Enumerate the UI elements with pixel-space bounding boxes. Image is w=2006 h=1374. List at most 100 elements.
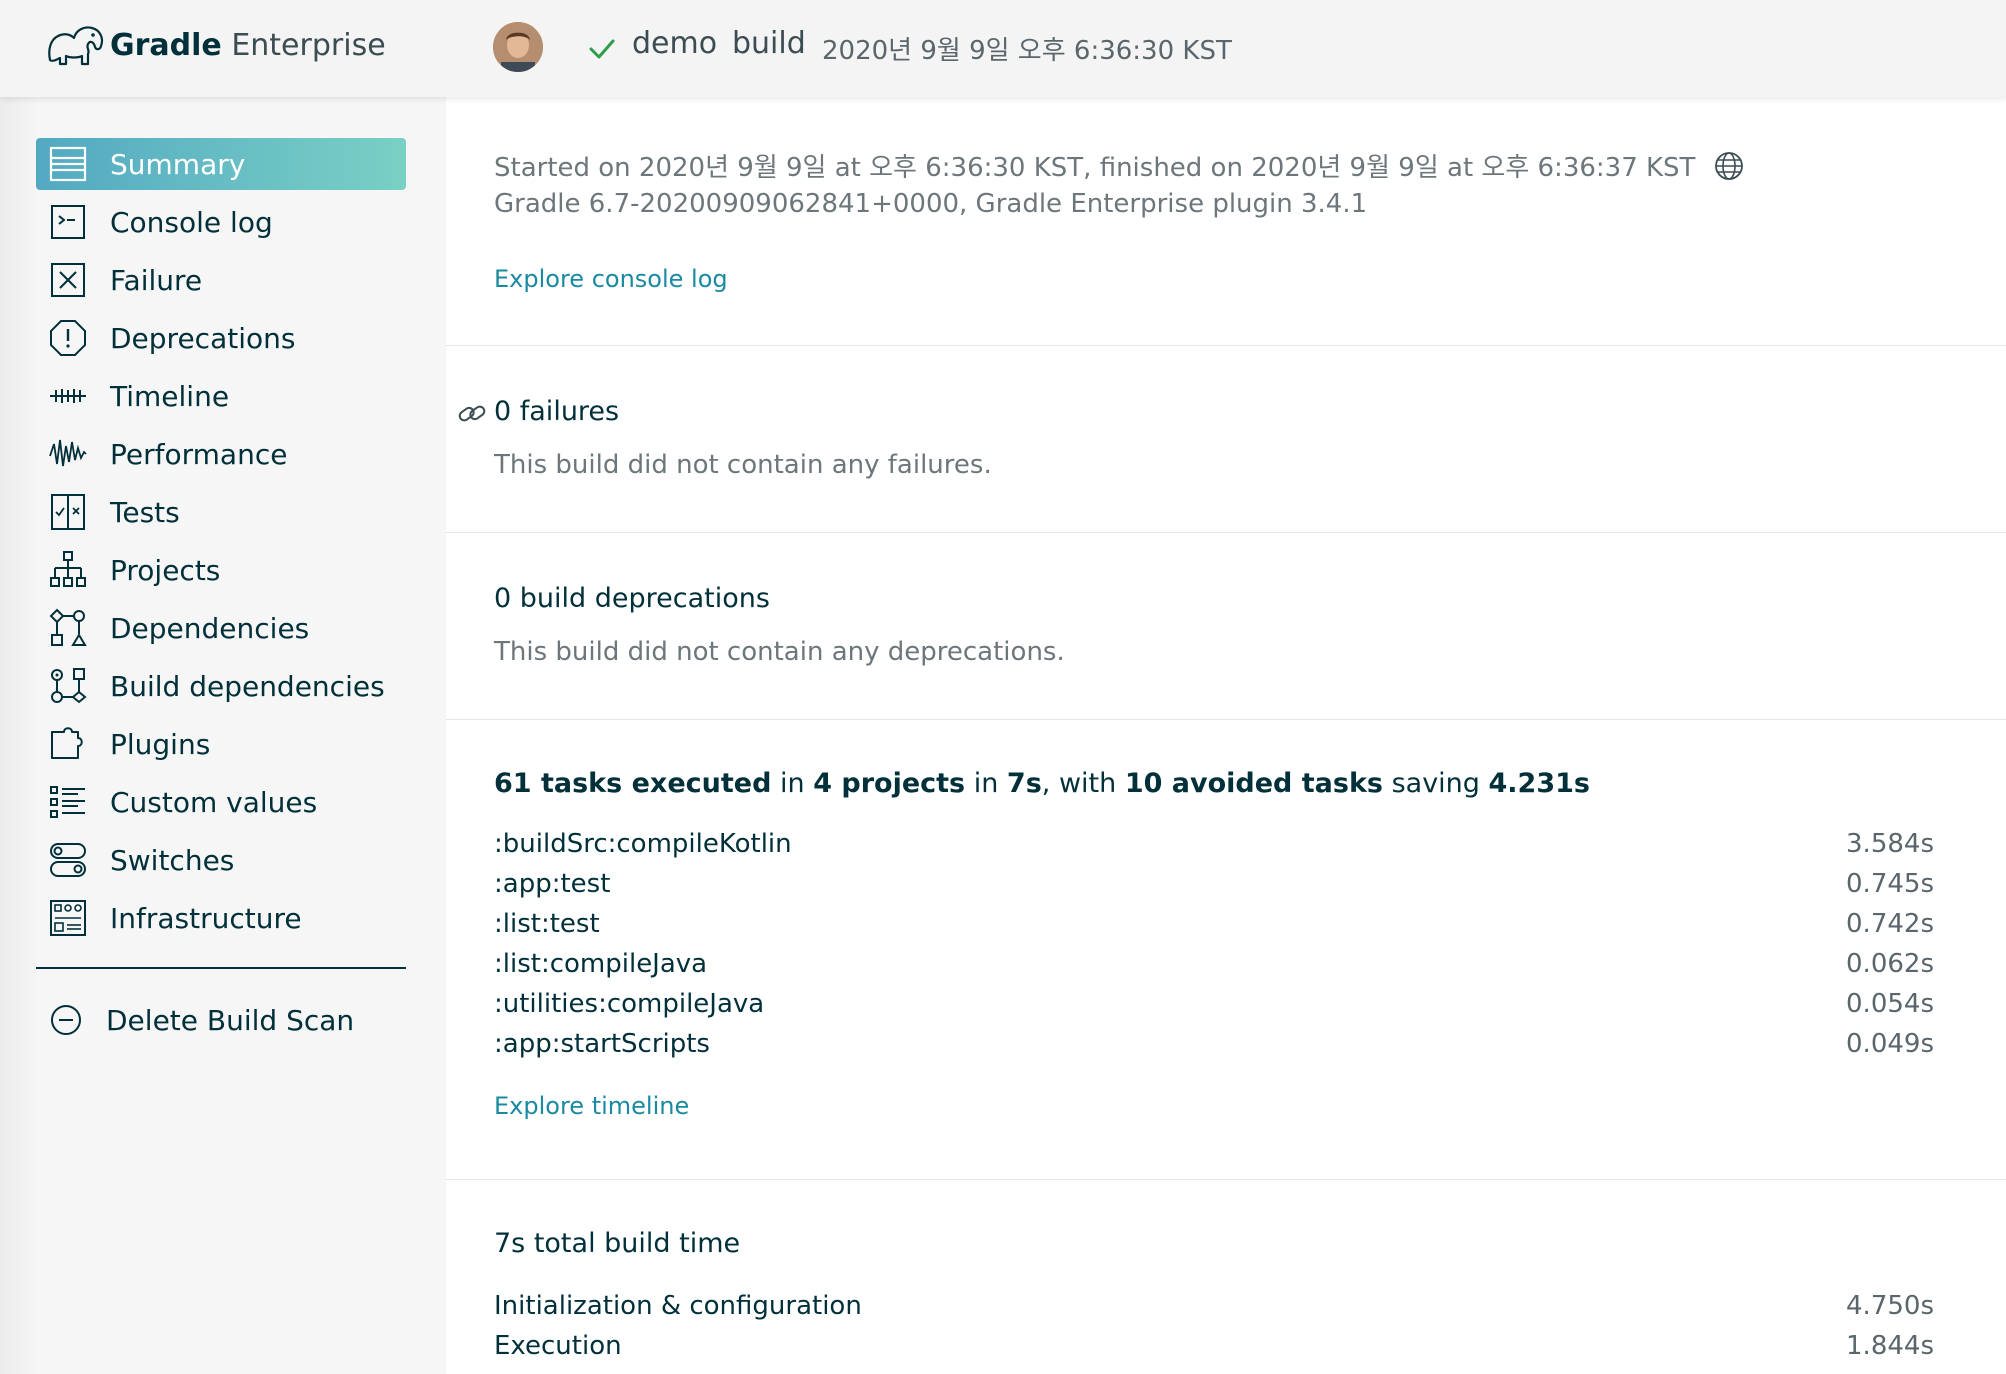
failures-section: 0 failures This build did not contain an…: [446, 346, 2006, 533]
sidebar-item-label: Tests: [110, 495, 180, 529]
task-path: :utilities:compileJava: [494, 989, 765, 1019]
build-time-section: 7s total build time Initialization & con…: [446, 1180, 2006, 1374]
failure-icon: [51, 263, 85, 297]
task-row[interactable]: :app:startScripts 0.049s: [494, 1024, 1934, 1064]
failures-message: This build did not contain any failures.: [494, 450, 992, 480]
sidebar-item-performance[interactable]: Performance: [36, 428, 406, 480]
header-project-name[interactable]: demo: [632, 26, 717, 61]
phase-duration: 4.750s: [1846, 1291, 1934, 1321]
header-build-timestamp: 2020년 9월 9일 오후 6:36:30 KST: [822, 36, 1232, 66]
task-duration: 3.584s: [1846, 829, 1934, 859]
infrastructure-icon: [50, 900, 86, 936]
sidebar-item-infrastructure[interactable]: Infrastructure: [36, 892, 406, 944]
sidebar-item-label: Switches: [110, 843, 235, 877]
projects-icon: [50, 551, 86, 587]
sidebar-item-summary[interactable]: Summary: [36, 138, 406, 190]
task-duration: 0.742s: [1846, 909, 1934, 939]
gradle-enterprise-logo[interactable]: Gradle Enterprise: [44, 20, 386, 70]
tasks-executed-count[interactable]: 61 tasks executed: [494, 768, 771, 799]
avatar-photo: [493, 22, 543, 72]
deprecations-title: 0 build deprecations: [494, 583, 770, 614]
top-bar: Gradle Enterprise demo build 2020년 9월 9일…: [0, 0, 2006, 97]
user-avatar[interactable]: [493, 22, 543, 72]
phase-duration: 1.844s: [1846, 1331, 1934, 1361]
explore-timeline-link[interactable]: Explore timeline: [494, 1092, 689, 1120]
avoided-tasks-count[interactable]: 10 avoided tasks: [1125, 768, 1383, 799]
performance-icon: [49, 439, 87, 467]
switches-icon: [50, 843, 86, 877]
sidebar-item-switches[interactable]: Switches: [36, 834, 406, 886]
build-dependencies-icon: [51, 668, 87, 704]
deprecations-icon: [50, 320, 86, 356]
task-row[interactable]: :app:test 0.745s: [494, 864, 1934, 904]
console-icon: [51, 205, 85, 239]
build-start-finish-text: Started on 2020년 9월 9일 at 오후 6:36:30 KST…: [494, 153, 1696, 183]
sidebar-item-label: Dependencies: [110, 611, 310, 645]
task-path: :buildSrc:compileKotlin: [494, 829, 792, 859]
task-path: :list:compileJava: [494, 949, 708, 979]
sidebar-item-failure[interactable]: Failure: [36, 254, 406, 306]
sidebar-item-label: Console log: [110, 205, 273, 239]
plugins-icon: [51, 727, 83, 759]
task-row[interactable]: :buildSrc:compileKotlin 3.584s: [494, 824, 1934, 864]
sidebar-item-label: Summary: [110, 147, 246, 181]
time-saved: 4.231s: [1488, 768, 1590, 799]
delete-build-scan-button[interactable]: Delete Build Scan: [36, 994, 406, 1046]
tasks-section: 61 tasks executed in 4 projects in 7s, w…: [446, 720, 2006, 1180]
elephant-logo-icon: [48, 26, 104, 66]
phase-name: Initialization & configuration: [494, 1291, 862, 1321]
task-path: :list:test: [494, 909, 600, 939]
deprecations-message: This build did not contain any deprecati…: [494, 637, 1065, 667]
sidebar-item-projects[interactable]: Projects: [36, 544, 406, 596]
gradle-version-text: Gradle 6.7-20200909062841+0000, Gradle E…: [494, 189, 1368, 219]
task-row[interactable]: :list:test 0.742s: [494, 904, 1934, 944]
tasks-summary-heading: 61 tasks executed in 4 projects in 7s, w…: [494, 768, 1590, 799]
build-time-row: Execution 1.844s: [494, 1326, 1934, 1366]
sidebar-item-custom-values[interactable]: Custom values: [36, 776, 406, 828]
task-row[interactable]: :list:compileJava 0.062s: [494, 944, 1934, 984]
header-requested-task: build: [732, 26, 806, 61]
sidebar-item-label: Plugins: [110, 727, 211, 761]
build-scan-page: Gradle Enterprise demo build 2020년 9월 9일…: [0, 0, 2006, 1374]
link-icon[interactable]: [456, 398, 488, 430]
task-duration: 0.062s: [1846, 949, 1934, 979]
sidebar-item-label: Failure: [110, 263, 203, 297]
build-duration: 7s: [1006, 768, 1042, 799]
task-row[interactable]: :utilities:compileJava 0.054s: [494, 984, 1934, 1024]
sidebar-item-label: Projects: [110, 553, 221, 587]
task-path: :app:test: [494, 869, 611, 899]
sidebar-item-label: Build dependencies: [110, 669, 385, 703]
task-path: :app:startScripts: [494, 1029, 710, 1059]
sidebar-item-timeline[interactable]: Timeline: [36, 370, 406, 422]
failures-title: 0 failures: [494, 396, 620, 427]
sidebar-item-console-log[interactable]: Console log: [36, 196, 406, 248]
sidebar-item-build-dependencies[interactable]: Build dependencies: [36, 660, 406, 712]
summary-content: Started on 2020년 9월 9일 at 오후 6:36:30 KST…: [446, 97, 2006, 1374]
delete-build-scan-label: Delete Build Scan: [106, 1003, 355, 1037]
custom-values-icon: [50, 786, 85, 818]
phase-name: Execution: [494, 1331, 622, 1361]
success-check-icon: [589, 39, 615, 59]
build-time-row: Initialization & configuration 4.750s: [494, 1286, 1934, 1326]
sidebar-item-deprecations[interactable]: Deprecations: [36, 312, 406, 364]
sidebar-item-label: Custom values: [110, 785, 318, 819]
deprecations-section: 0 build deprecations This build did not …: [446, 533, 2006, 720]
sidebar-divider: [36, 967, 406, 969]
projects-count: 4 projects: [813, 768, 966, 799]
explore-console-log-link[interactable]: Explore console log: [494, 265, 728, 293]
globe-icon[interactable]: [1713, 150, 1745, 182]
summary-icon: [49, 146, 87, 182]
logo-text: Gradle Enterprise: [110, 27, 386, 63]
dependencies-icon: [49, 608, 87, 646]
task-duration: 0.745s: [1846, 869, 1934, 899]
build-time-title: 7s total build time: [494, 1228, 741, 1259]
sidebar-item-plugins[interactable]: Plugins: [36, 718, 406, 770]
sidebar-item-label: Deprecations: [110, 321, 296, 355]
task-duration: 0.049s: [1846, 1029, 1934, 1059]
build-info-section: Started on 2020년 9월 9일 at 오후 6:36:30 KST…: [446, 97, 2006, 346]
sidebar-item-label: Infrastructure: [110, 901, 302, 935]
sidebar-item-label: Timeline: [110, 379, 230, 413]
sidebar-item-tests[interactable]: Tests: [36, 486, 406, 538]
sidebar-item-dependencies[interactable]: Dependencies: [36, 602, 406, 654]
timeline-icon: [50, 389, 86, 403]
